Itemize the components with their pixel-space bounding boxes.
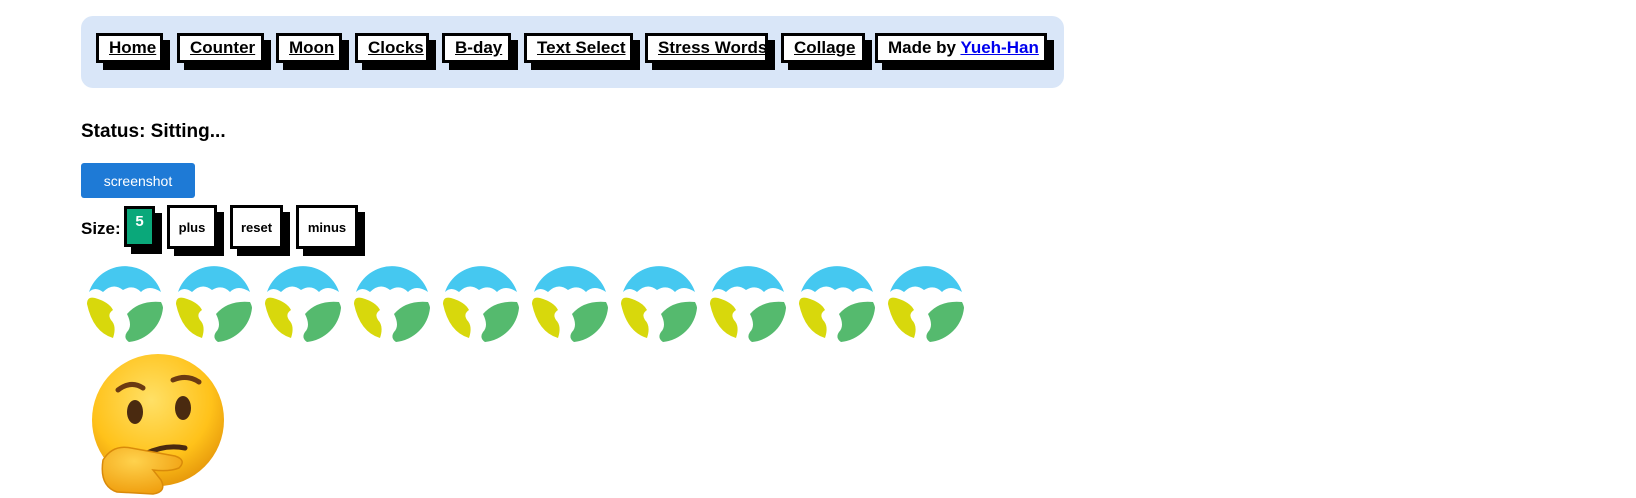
nav-clocks[interactable]: Clocks bbox=[355, 33, 429, 63]
nav-bar: Home Counter Moon Clocks B-day Text Sele… bbox=[81, 16, 1064, 88]
nav-home-link[interactable]: Home bbox=[109, 38, 156, 57]
nav-home[interactable]: Home bbox=[96, 33, 163, 63]
status-text: Status: Sitting... bbox=[81, 121, 226, 142]
globe-icon bbox=[710, 266, 786, 342]
nav-moon-link[interactable]: Moon bbox=[289, 38, 334, 57]
globe-icon bbox=[354, 266, 430, 342]
globe-icon bbox=[621, 266, 697, 342]
nav-bday[interactable]: B-day bbox=[442, 33, 511, 63]
nav-clocks-link[interactable]: Clocks bbox=[368, 38, 424, 57]
nav-text-select[interactable]: Text Select bbox=[524, 33, 633, 63]
globe-icon bbox=[443, 266, 519, 342]
globe-icon bbox=[888, 266, 964, 342]
globe-icon bbox=[176, 266, 252, 342]
nav-collage-link[interactable]: Collage bbox=[794, 38, 855, 57]
nav-moon[interactable]: Moon bbox=[276, 33, 342, 63]
nav-credit: Made by Yueh-Han bbox=[875, 33, 1047, 63]
screenshot-button[interactable]: screenshot bbox=[81, 163, 195, 198]
globe-icon bbox=[87, 266, 163, 342]
minus-button[interactable]: minus bbox=[296, 205, 358, 249]
reset-button[interactable]: reset bbox=[230, 205, 283, 249]
nav-stress-words-link[interactable]: Stress Words bbox=[658, 38, 767, 57]
globe-icon bbox=[532, 266, 608, 342]
globe-icon bbox=[265, 266, 341, 342]
globe-icon bbox=[799, 266, 875, 342]
nav-stress-words[interactable]: Stress Words bbox=[645, 33, 768, 63]
plus-button[interactable]: plus bbox=[167, 205, 217, 249]
nav-collage[interactable]: Collage bbox=[781, 33, 865, 63]
size-value: 5 bbox=[124, 206, 155, 247]
nav-bday-link[interactable]: B-day bbox=[455, 38, 502, 57]
author-link[interactable]: Yueh-Han bbox=[960, 38, 1038, 57]
nav-counter-link[interactable]: Counter bbox=[190, 38, 255, 57]
nav-text-select-link[interactable]: Text Select bbox=[537, 38, 626, 57]
nav-counter[interactable]: Counter bbox=[177, 33, 264, 63]
credit-prefix: Made by bbox=[888, 38, 961, 57]
size-label: Size: bbox=[81, 219, 121, 238]
thinking-face-icon bbox=[92, 354, 224, 495]
